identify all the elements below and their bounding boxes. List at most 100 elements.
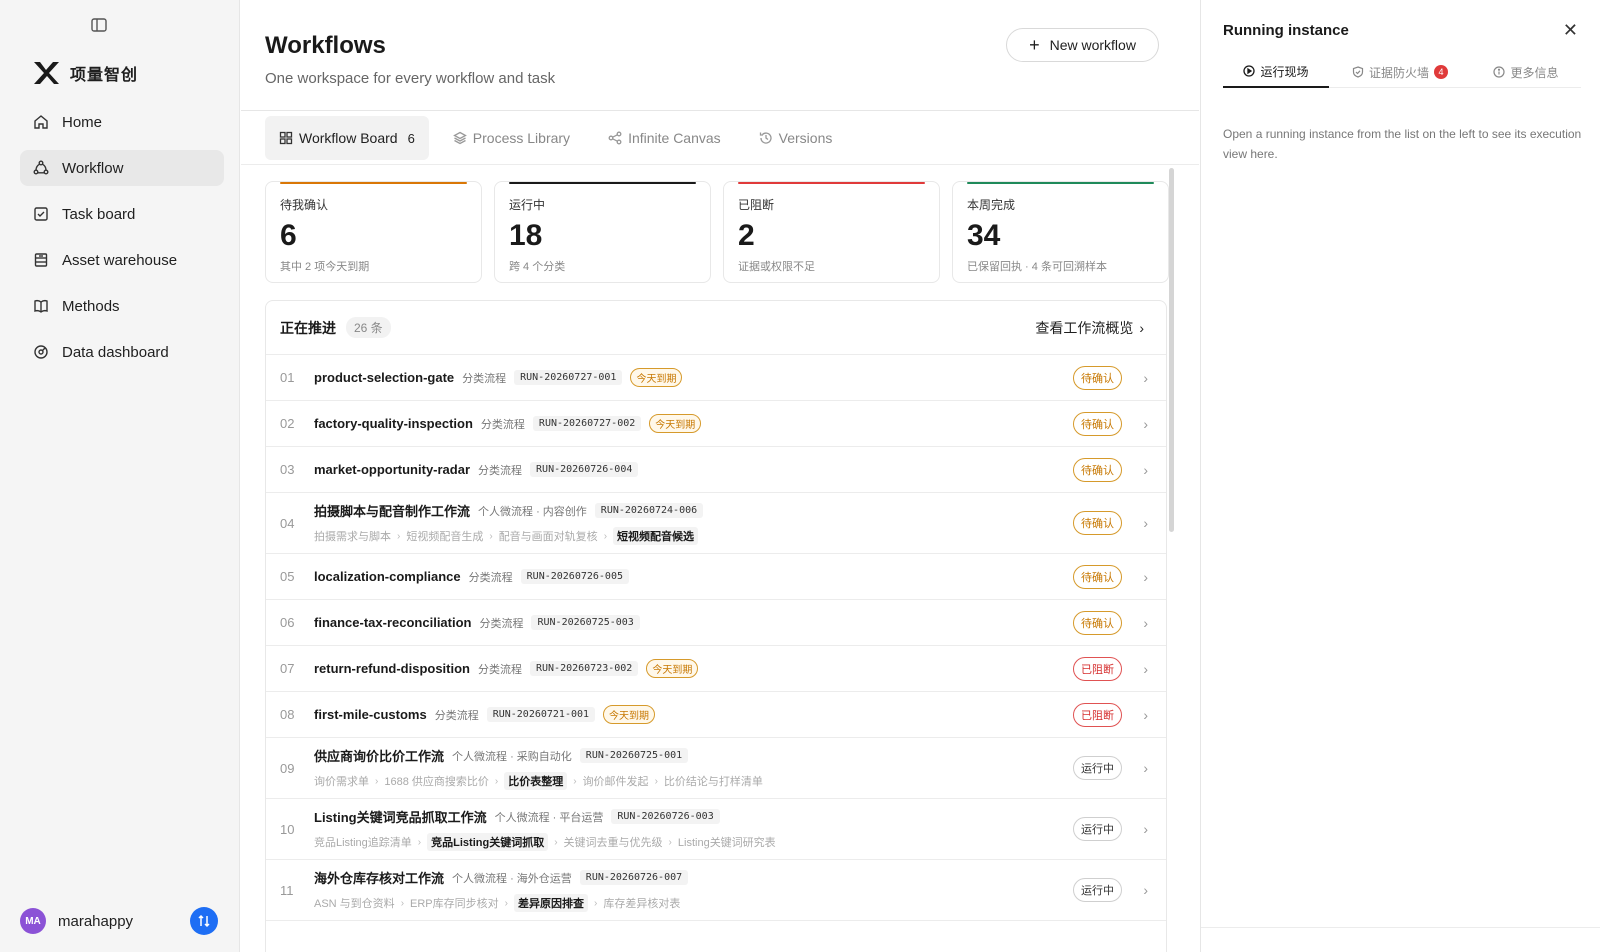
sidebar-item-asset-warehouse[interactable]: Asset warehouse [20, 242, 224, 278]
page-title: Workflows [265, 32, 386, 59]
close-icon[interactable]: ✕ [1563, 20, 1578, 41]
row-line: 海外仓库存核对工作流 个人微流程 · 海外仓运营 RUN-20260726-007 [314, 868, 1166, 887]
tab-process-library[interactable]: Process Library [439, 116, 584, 160]
row-line: localization-compliance 分类流程 RUN-20260726-… [314, 569, 1166, 585]
run-id-tag: RUN-20260726-007 [579, 870, 689, 885]
status-badge: 运行中 [1073, 756, 1122, 780]
stat-label: 已阻断 [738, 198, 775, 212]
workflow-row[interactable]: 09 供应商询价比价工作流 个人微流程 · 采购自动化 RUN-20260725-00… [266, 738, 1166, 799]
sidebar-toggle-icon[interactable] [90, 16, 110, 36]
sidebar-item-home[interactable]: Home [20, 104, 224, 140]
chevron-right-icon[interactable]: › [1143, 370, 1148, 386]
workflow-category: 个人微流程 · 海外仓运营 [452, 872, 572, 885]
current-step: 竞品Listing关键词抓取 [427, 833, 549, 851]
stat-card-completed[interactable]: 本周完成 34 已保留回执 · 4 条可回溯样本 [952, 181, 1169, 283]
stat-label: 本周完成 [967, 198, 1016, 212]
sidebar-item-data-dashboard[interactable]: Data dashboard [20, 334, 224, 370]
status-badge: 待确认 [1073, 610, 1122, 635]
row-body: Listing关键词竞品抓取工作流 个人微流程 · 平台运营 RUN-2026072… [314, 807, 1166, 851]
brand-name: 项量智创 [70, 67, 139, 84]
status-badge: 已阻断 [1073, 702, 1122, 727]
sidebar-item-label: Data dashboard [62, 343, 169, 361]
chevron-right-icon[interactable]: › [1143, 760, 1148, 776]
sidebar-item-task-board[interactable]: Task board [20, 196, 224, 232]
workflow-row[interactable]: 06 finance-tax-reconciliation 分类流程 RUN-2026… [266, 600, 1166, 646]
row-number: 07 [280, 661, 295, 676]
run-id-tag: RUN-20260727-002 [532, 416, 642, 431]
tab-more-info[interactable]: 更多信息 [1471, 56, 1581, 88]
run-id-tag: RUN-20260725-003 [531, 615, 640, 630]
stat-value: 6 [280, 219, 297, 252]
tab-live-view[interactable]: 运行现场 [1223, 56, 1329, 88]
chevron-right-icon[interactable]: › [1143, 707, 1148, 723]
run-id-tag: RUN-20260725-001 [579, 748, 689, 763]
workflow-name: return-refund-disposition [314, 661, 470, 676]
due-today-badge: 今天到期 [646, 659, 699, 678]
step: 库存差异核对表 [603, 898, 681, 910]
brand[interactable]: 项量智创 [32, 60, 138, 86]
workflow-category: 分类流程 [478, 464, 523, 477]
workflow-row[interactable]: 01 product-selection-gate 分类流程 RUN-20260727… [266, 355, 1166, 401]
stat-card-pending[interactable]: 待我确认 6 其中 2 项今天到期 [265, 181, 482, 283]
row-body: finance-tax-reconciliation 分类流程 RUN-202607… [314, 615, 1166, 631]
row-body: factory-quality-inspection 分类流程 RUN-202607… [314, 414, 1166, 433]
chevron-right-icon[interactable]: › [1143, 569, 1148, 585]
chevron-right-icon[interactable]: › [1143, 515, 1148, 531]
workflow-row[interactable]: 03 market-opportunity-radar 分类流程 RUN-202607… [266, 447, 1166, 493]
row-line: first-mile-customs 分类流程 RUN-20260721-001 今天… [314, 705, 1166, 724]
stat-card-blocked[interactable]: 已阻断 2 证据或权限不足 [723, 181, 940, 283]
sidebar: 项量智创 Home Workflow Task board Asset ware… [0, 0, 240, 952]
panel-title: Running instance [1223, 22, 1349, 39]
stat-card-running[interactable]: 运行中 18 跨 4 个分类 [494, 181, 711, 283]
workflow-name: factory-quality-inspection [314, 416, 473, 431]
brand-logo-icon [34, 62, 59, 84]
sidebar-item-methods[interactable]: Methods [20, 288, 224, 324]
workflow-row[interactable]: 04 拍摄脚本与配音制作工作流 个人微流程 · 内容创作 RUN-20260724-0… [266, 493, 1166, 554]
chevron-right-icon[interactable]: › [1143, 661, 1148, 677]
switch-account-button[interactable] [190, 907, 218, 935]
chevron-right-icon: › [573, 775, 577, 787]
workflow-row[interactable]: 10 Listing关键词竞品抓取工作流 个人微流程 · 平台运营 RUN-20260… [266, 799, 1166, 860]
row-number: 11 [280, 882, 294, 898]
row-number: 03 [280, 462, 295, 477]
view-overview-label: 查看工作流概览 [1035, 319, 1134, 336]
task-board-icon [32, 205, 50, 223]
workflow-row[interactable]: 02 factory-quality-inspection 分类流程 RUN-2026… [266, 401, 1166, 447]
status-badge: 待确认 [1073, 457, 1122, 482]
due-today-badge: 今天到期 [630, 368, 683, 387]
user-profile[interactable]: MA marahappy [20, 906, 220, 936]
view-overview-link[interactable]: 查看工作流概览 › [1035, 318, 1144, 338]
workflow-row[interactable]: 11 海外仓库存核对工作流 个人微流程 · 海外仓运营 RUN-20260726-00… [266, 860, 1166, 921]
tab-label: Workflow Board [299, 130, 398, 146]
running-instance-panel: Running instance ✕ 运行现场 证据防火墙 4 更多信息 Ope… [1200, 0, 1600, 952]
workflow-category: 分类流程 [462, 372, 507, 385]
tab-evidence-firewall[interactable]: 证据防火墙 4 [1329, 56, 1471, 88]
row-number: 01 [280, 370, 295, 385]
step: 比价结论与打样清单 [663, 776, 763, 788]
status-badge: 待确认 [1073, 564, 1122, 589]
chevron-right-icon[interactable]: › [1143, 462, 1148, 478]
workflow-row[interactable]: 07 return-refund-disposition 分类流程 RUN-20260… [266, 646, 1166, 692]
tab-workflow-board[interactable]: Workflow Board 6 [265, 116, 429, 160]
grid-icon [279, 131, 293, 145]
chevron-right-icon[interactable]: › [1143, 416, 1148, 432]
stat-note: 跨 4 个分类 [509, 261, 566, 273]
new-workflow-button[interactable]: + New workflow [1006, 28, 1159, 62]
step: 关键词去重与优先级 [563, 837, 663, 849]
row-number: 08 [280, 707, 295, 722]
workflow-category: 分类流程 [479, 617, 524, 630]
row-number: 04 [280, 515, 295, 531]
workflow-row[interactable]: 08 first-mile-customs 分类流程 RUN-20260721-001… [266, 692, 1166, 738]
run-id-tag: RUN-20260727-001 [514, 370, 623, 385]
sidebar-item-label: Home [62, 113, 103, 131]
tab-infinite-canvas[interactable]: Infinite Canvas [594, 116, 735, 160]
step: 1688 供应商搜索比价 [384, 776, 489, 788]
scrollbar-thumb[interactable] [1169, 168, 1174, 532]
chevron-right-icon[interactable]: › [1143, 882, 1148, 898]
workflow-row[interactable]: 05 localization-compliance 分类流程 RUN-2026072… [266, 554, 1166, 600]
chevron-right-icon[interactable]: › [1143, 615, 1148, 631]
tab-versions[interactable]: Versions [745, 116, 847, 160]
chevron-right-icon[interactable]: › [1143, 821, 1148, 837]
tab-label: Process Library [472, 130, 571, 146]
sidebar-item-workflow[interactable]: Workflow [20, 150, 224, 186]
